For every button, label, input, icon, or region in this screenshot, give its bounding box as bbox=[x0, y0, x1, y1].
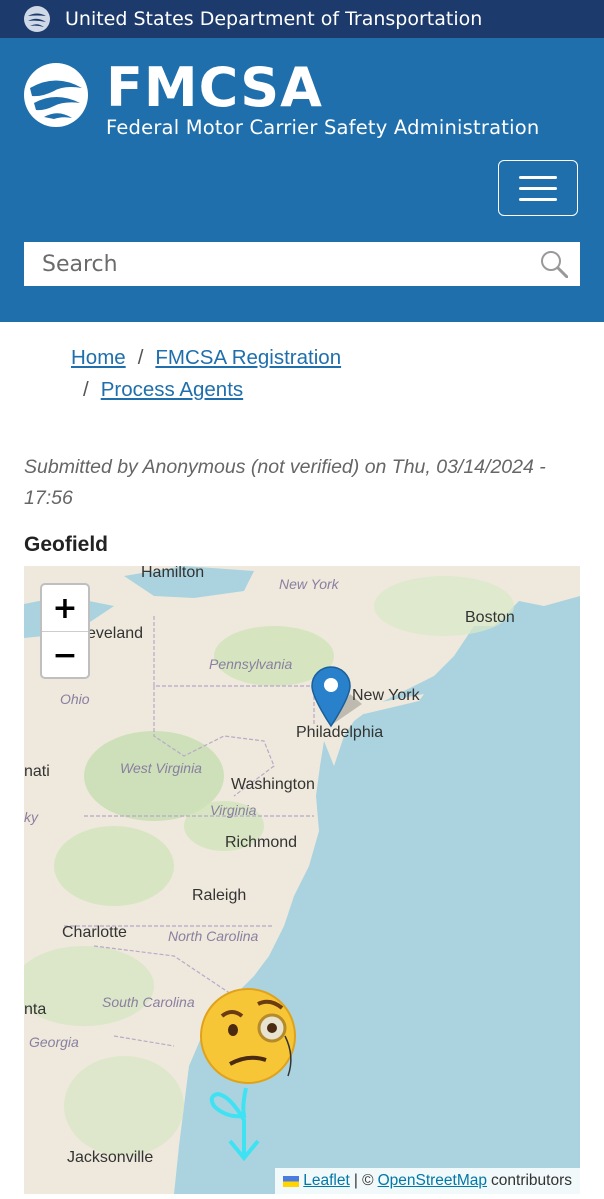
map-label-city: Washington bbox=[231, 776, 315, 793]
map-label-city: Richmond bbox=[225, 834, 298, 851]
cyan-arrow-down-icon bbox=[209, 1087, 260, 1161]
map-label-city: Boston bbox=[465, 609, 515, 626]
map-label-city: Raleigh bbox=[192, 887, 247, 904]
map-attribution: Leaflet | © OpenStreetMap contributors bbox=[275, 1168, 580, 1194]
map-label-state: South Carolina bbox=[102, 994, 195, 1010]
zoom-control: + − bbox=[40, 583, 90, 679]
map-label-state: West Virginia bbox=[120, 760, 202, 776]
site-full-name[interactable]: Federal Motor Carrier Safety Administrat… bbox=[106, 116, 539, 139]
map-pin-icon[interactable] bbox=[310, 664, 370, 729]
map-label-state: North Carolina bbox=[168, 928, 259, 944]
map-label-city: nta bbox=[24, 1001, 47, 1018]
map-tiles bbox=[24, 566, 580, 1194]
agency-name[interactable]: United States Department of Transportati… bbox=[65, 8, 482, 30]
map-label-state: Ohio bbox=[60, 691, 90, 707]
zoom-in-button[interactable]: + bbox=[42, 585, 88, 632]
menu-button[interactable] bbox=[498, 160, 578, 216]
search-input[interactable] bbox=[40, 250, 524, 278]
breadcrumb-fmcsa-registration[interactable]: FMCSA Registration bbox=[155, 346, 341, 369]
zoom-out-button[interactable]: − bbox=[42, 632, 88, 678]
osm-link[interactable]: OpenStreetMap bbox=[378, 1172, 487, 1190]
map-label-state: Georgia bbox=[29, 1034, 79, 1050]
map-label-state: Virginia bbox=[210, 802, 257, 818]
fmcsa-logo-icon[interactable] bbox=[24, 63, 88, 127]
submitted-info: Submitted by Anonymous (not verified) on… bbox=[24, 456, 546, 509]
leaflet-link[interactable]: Leaflet bbox=[303, 1172, 350, 1190]
search-icon[interactable] bbox=[540, 250, 568, 278]
map-label-state: Pennsylvania bbox=[209, 656, 293, 672]
site-acronym[interactable]: FMCSA bbox=[106, 56, 323, 120]
search-box bbox=[24, 242, 580, 286]
map-label-state: ky bbox=[24, 809, 38, 825]
breadcrumb-process-agents[interactable]: Process Agents bbox=[101, 378, 243, 401]
dot-logo-icon bbox=[24, 6, 50, 32]
hamburger-icon bbox=[519, 175, 557, 179]
map-label-city: nati bbox=[24, 763, 50, 780]
ukraine-flag-icon bbox=[283, 1175, 300, 1187]
field-label: Geofield bbox=[24, 533, 109, 556]
map-label-city: eveland bbox=[87, 625, 144, 642]
map-label-city: Charlotte bbox=[62, 924, 127, 941]
map-label-state: New York bbox=[279, 576, 339, 592]
breadcrumb-home[interactable]: Home bbox=[71, 346, 126, 369]
site-header: FMCSA Federal Motor Carrier Safety Admin… bbox=[0, 38, 604, 322]
map-label-city: Hamilton bbox=[141, 566, 205, 581]
dot-topbar: United States Department of Transportati… bbox=[0, 0, 604, 38]
map-label-city: Jacksonville bbox=[67, 1149, 154, 1166]
map[interactable]: Hamilton eveland Boston New York Pennsyl… bbox=[24, 566, 580, 1194]
